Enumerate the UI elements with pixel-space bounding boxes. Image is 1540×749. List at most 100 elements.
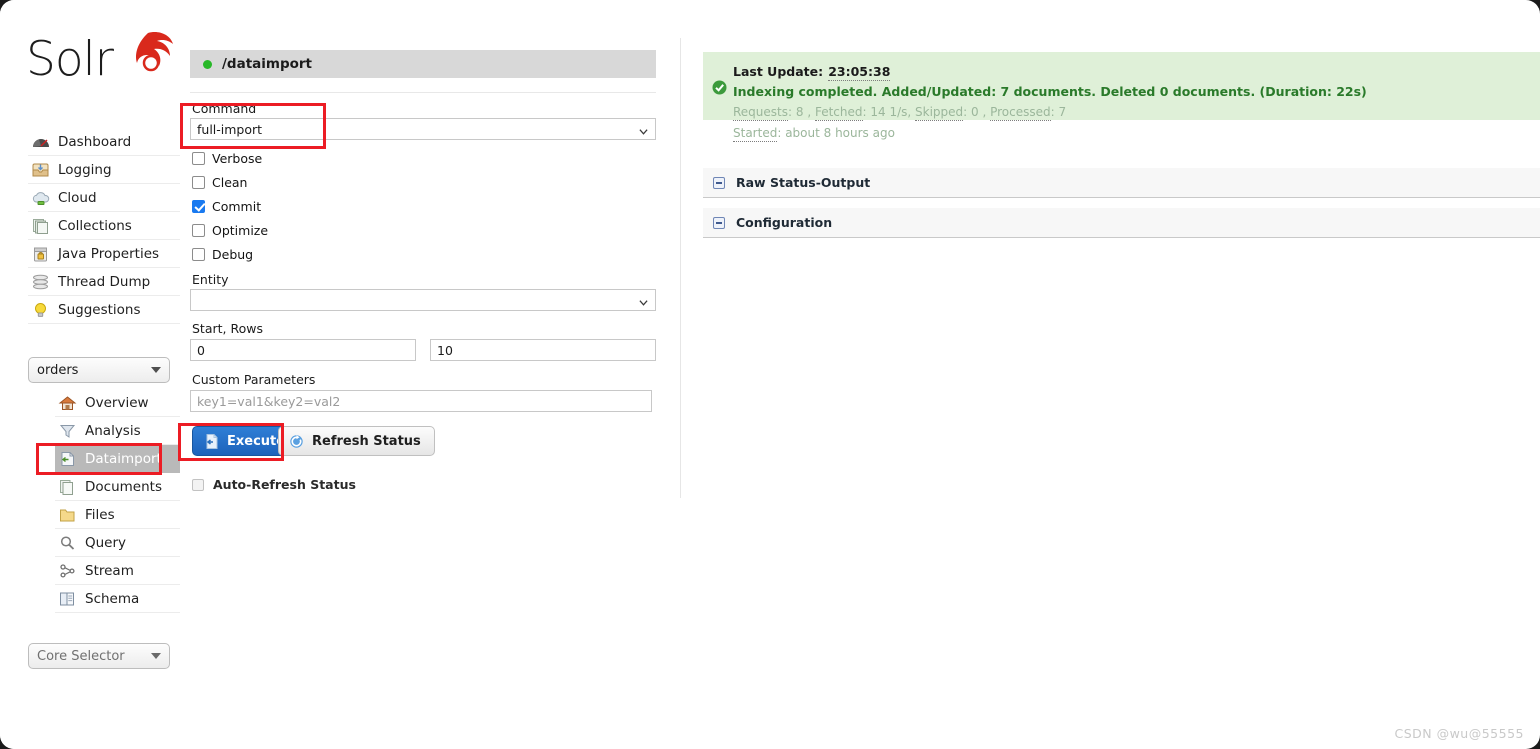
sidebar-item-stream[interactable]: Stream — [55, 557, 180, 585]
checkbox-clean[interactable]: Clean — [192, 173, 247, 191]
auto-refresh-status-checkbox[interactable]: Auto-Refresh Status — [192, 477, 356, 492]
checkbox-box[interactable] — [192, 478, 204, 491]
checkbox-box[interactable] — [192, 247, 205, 261]
logging-icon — [30, 161, 52, 179]
sidebar-item-files[interactable]: Files — [55, 501, 180, 529]
entity-label: Entity — [192, 272, 229, 287]
processed-label: Processed — [990, 105, 1051, 121]
checkbox-label: Verbose — [212, 150, 263, 166]
sidebar-item-suggestions[interactable]: Suggestions — [28, 296, 180, 324]
dataimport-icon — [57, 450, 79, 468]
sidebar-item-label: Documents — [85, 478, 162, 495]
sidebar-item-overview[interactable]: Overview — [55, 389, 180, 417]
core-selector-button[interactable]: Core Selector — [28, 643, 170, 669]
status-last-update-row: Last Update: 23:05:38 — [733, 61, 1540, 81]
sidebar: Solr Dashboard Logging Cloud Collections… — [0, 0, 180, 749]
checkbox-optimize[interactable]: Optimize — [192, 221, 268, 239]
sidebar-item-cloud[interactable]: Cloud — [28, 184, 180, 212]
sidebar-item-label: Schema — [85, 590, 140, 607]
fetched-value: 14 1/s — [870, 105, 908, 119]
checkbox-debug[interactable]: Debug — [192, 245, 253, 263]
core-selector-label: Core Selector — [37, 648, 125, 664]
sidebar-item-label: Overview — [85, 394, 149, 411]
sidebar-item-documents[interactable]: Documents — [55, 473, 180, 501]
sidebar-item-label: Analysis — [85, 422, 141, 439]
status-message: Indexing completed. Added/Updated: 7 doc… — [733, 84, 1367, 99]
section-raw-status-output[interactable]: Raw Status-Output — [703, 168, 1540, 198]
sidebar-item-dataimport[interactable]: Dataimport — [55, 445, 180, 473]
checkbox-label: Commit — [212, 198, 262, 214]
command-select[interactable]: full-import — [190, 118, 656, 140]
fetched-label: Fetched — [814, 105, 863, 121]
overview-icon — [57, 394, 79, 412]
sidebar-item-label: Dashboard — [58, 133, 132, 150]
watermark: CSDN @wu@55555 — [1394, 726, 1524, 741]
sidebar-item-label: Cloud — [58, 189, 97, 206]
collapse-toggle-icon[interactable] — [713, 176, 725, 189]
custom-parameters-label: Custom Parameters — [192, 372, 316, 387]
vertical-divider — [680, 38, 681, 498]
dataimport-handler-header: /dataimport — [190, 50, 656, 78]
checkbox-box[interactable] — [192, 151, 205, 165]
sidebar-item-label: Suggestions — [58, 301, 141, 318]
checkbox-commit[interactable]: Commit — [192, 197, 261, 215]
sidebar-item-logging[interactable]: Logging — [28, 156, 180, 184]
execute-icon — [203, 433, 220, 450]
requests-label: Requests — [733, 105, 788, 121]
thread-dump-icon — [30, 273, 52, 291]
last-update-label: Last Update: — [733, 64, 824, 79]
sidebar-item-dashboard[interactable]: Dashboard — [28, 128, 180, 156]
entity-select-wrap — [190, 289, 656, 311]
logo-text: Solr — [26, 32, 114, 87]
custom-parameters-input[interactable] — [190, 390, 652, 412]
collapse-toggle-icon[interactable] — [713, 216, 725, 229]
status-message-row: Indexing completed. Added/Updated: 7 doc… — [733, 81, 1540, 101]
entity-select[interactable] — [190, 289, 656, 311]
core-selector-active[interactable]: orders — [28, 357, 170, 383]
started-value: about 8 hours ago — [785, 126, 895, 140]
skipped-label: Skipped — [915, 105, 964, 121]
sidebar-item-label: Java Properties — [58, 245, 160, 262]
start-rows-label: Start, Rows — [192, 321, 263, 336]
core-selector-value: orders — [37, 362, 79, 378]
requests-value: 8 — [795, 105, 804, 119]
sidebar-item-collections[interactable]: Collections — [28, 212, 180, 240]
execute-label: Execute — [227, 433, 286, 449]
suggestions-icon — [30, 301, 52, 319]
checkbox-verbose[interactable]: Verbose — [192, 149, 262, 167]
documents-icon — [57, 478, 79, 496]
section-label: Raw Status-Output — [736, 175, 871, 190]
skipped-value: 0 — [971, 105, 979, 119]
start-input[interactable] — [190, 339, 416, 361]
status-started-row: Started: about 8 hours ago — [733, 126, 895, 142]
refresh-label: Refresh Status — [312, 433, 421, 449]
sidebar-item-query[interactable]: Query — [55, 529, 180, 557]
cloud-icon — [30, 189, 52, 207]
sidebar-item-thread-dump[interactable]: Thread Dump — [28, 268, 180, 296]
schema-icon — [57, 590, 79, 608]
status-counters-row: Requests: 8 , Fetched: 14 1/s, Skipped: … — [733, 105, 1067, 121]
solr-logo[interactable]: Solr — [26, 28, 173, 92]
rows-input[interactable] — [430, 339, 656, 361]
core-navigation: Overview Analysis Dataimport Documents F… — [55, 389, 180, 613]
main-navigation: Dashboard Logging Cloud Collections Java… — [28, 128, 180, 324]
stream-icon — [57, 562, 79, 580]
analysis-icon — [57, 422, 79, 440]
solr-flame-icon — [136, 32, 173, 72]
sidebar-item-label: Query — [85, 534, 127, 551]
checkbox-box[interactable] — [192, 175, 205, 189]
chevron-down-icon — [151, 653, 161, 659]
checkbox-box[interactable] — [192, 223, 205, 237]
started-label: Started — [733, 126, 778, 142]
section-configuration[interactable]: Configuration — [703, 208, 1540, 238]
solr-admin-page: Solr Dashboard Logging Cloud Collections… — [0, 0, 1540, 749]
sidebar-item-java-properties[interactable]: Java Properties — [28, 240, 180, 268]
status-dot-icon — [203, 59, 212, 69]
refresh-status-button[interactable]: Refresh Status — [278, 426, 435, 456]
sidebar-item-analysis[interactable]: Analysis — [55, 417, 180, 445]
checkbox-box[interactable] — [192, 199, 205, 213]
sidebar-item-schema[interactable]: Schema — [55, 585, 180, 613]
command-select-wrap: full-import — [190, 118, 656, 140]
sidebar-item-label: Thread Dump — [58, 273, 151, 290]
sidebar-item-label: Dataimport — [85, 450, 162, 467]
